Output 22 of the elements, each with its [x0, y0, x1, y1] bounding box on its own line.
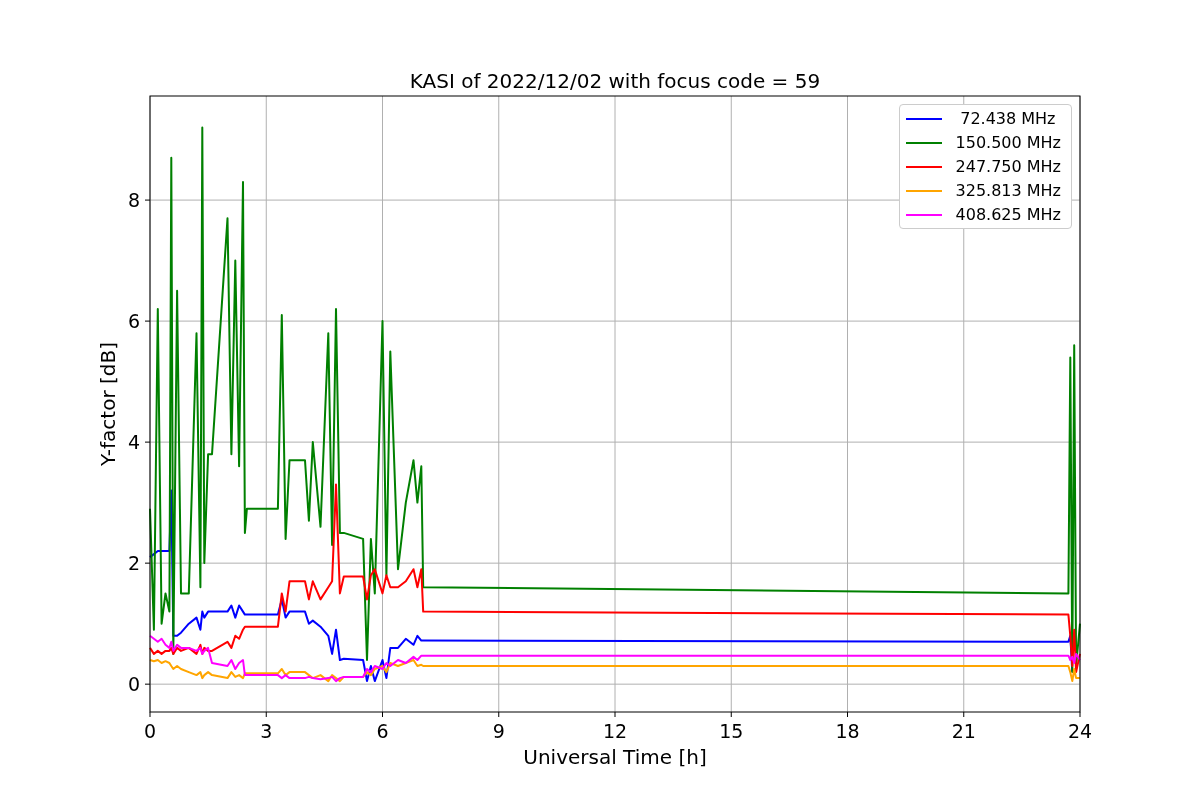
- tick-label: 6: [127, 310, 140, 333]
- tick-label: 18: [835, 720, 860, 742]
- legend-label: 325.813 MHz: [955, 181, 1061, 200]
- tick-label: 2: [127, 552, 140, 575]
- tick-label: 15: [719, 720, 744, 742]
- y-axis-label: Y-factor [dB]: [96, 342, 120, 466]
- tick-label: 24: [1067, 720, 1093, 742]
- x-axis-label: Universal Time [h]: [523, 745, 707, 769]
- tick-label: 6: [376, 720, 389, 742]
- tick-label: 0: [127, 673, 140, 696]
- tick-label: 3: [260, 720, 273, 742]
- chart-title: KASI of 2022/12/02 with focus code = 59: [409, 69, 821, 93]
- tick-label: 21: [951, 720, 976, 742]
- tick-label: 8: [127, 189, 140, 212]
- tick-label: 4: [127, 431, 140, 454]
- tick-label: 0: [143, 720, 157, 742]
- tick-label: 12: [602, 720, 628, 742]
- legend-label: 150.500 MHz: [955, 133, 1061, 152]
- legend-label: 72.438 MHz: [959, 109, 1056, 128]
- legend-label: 247.750 MHz: [955, 157, 1061, 176]
- tick-label: 9: [492, 720, 505, 742]
- legend-label: 408.625 MHz: [955, 205, 1061, 224]
